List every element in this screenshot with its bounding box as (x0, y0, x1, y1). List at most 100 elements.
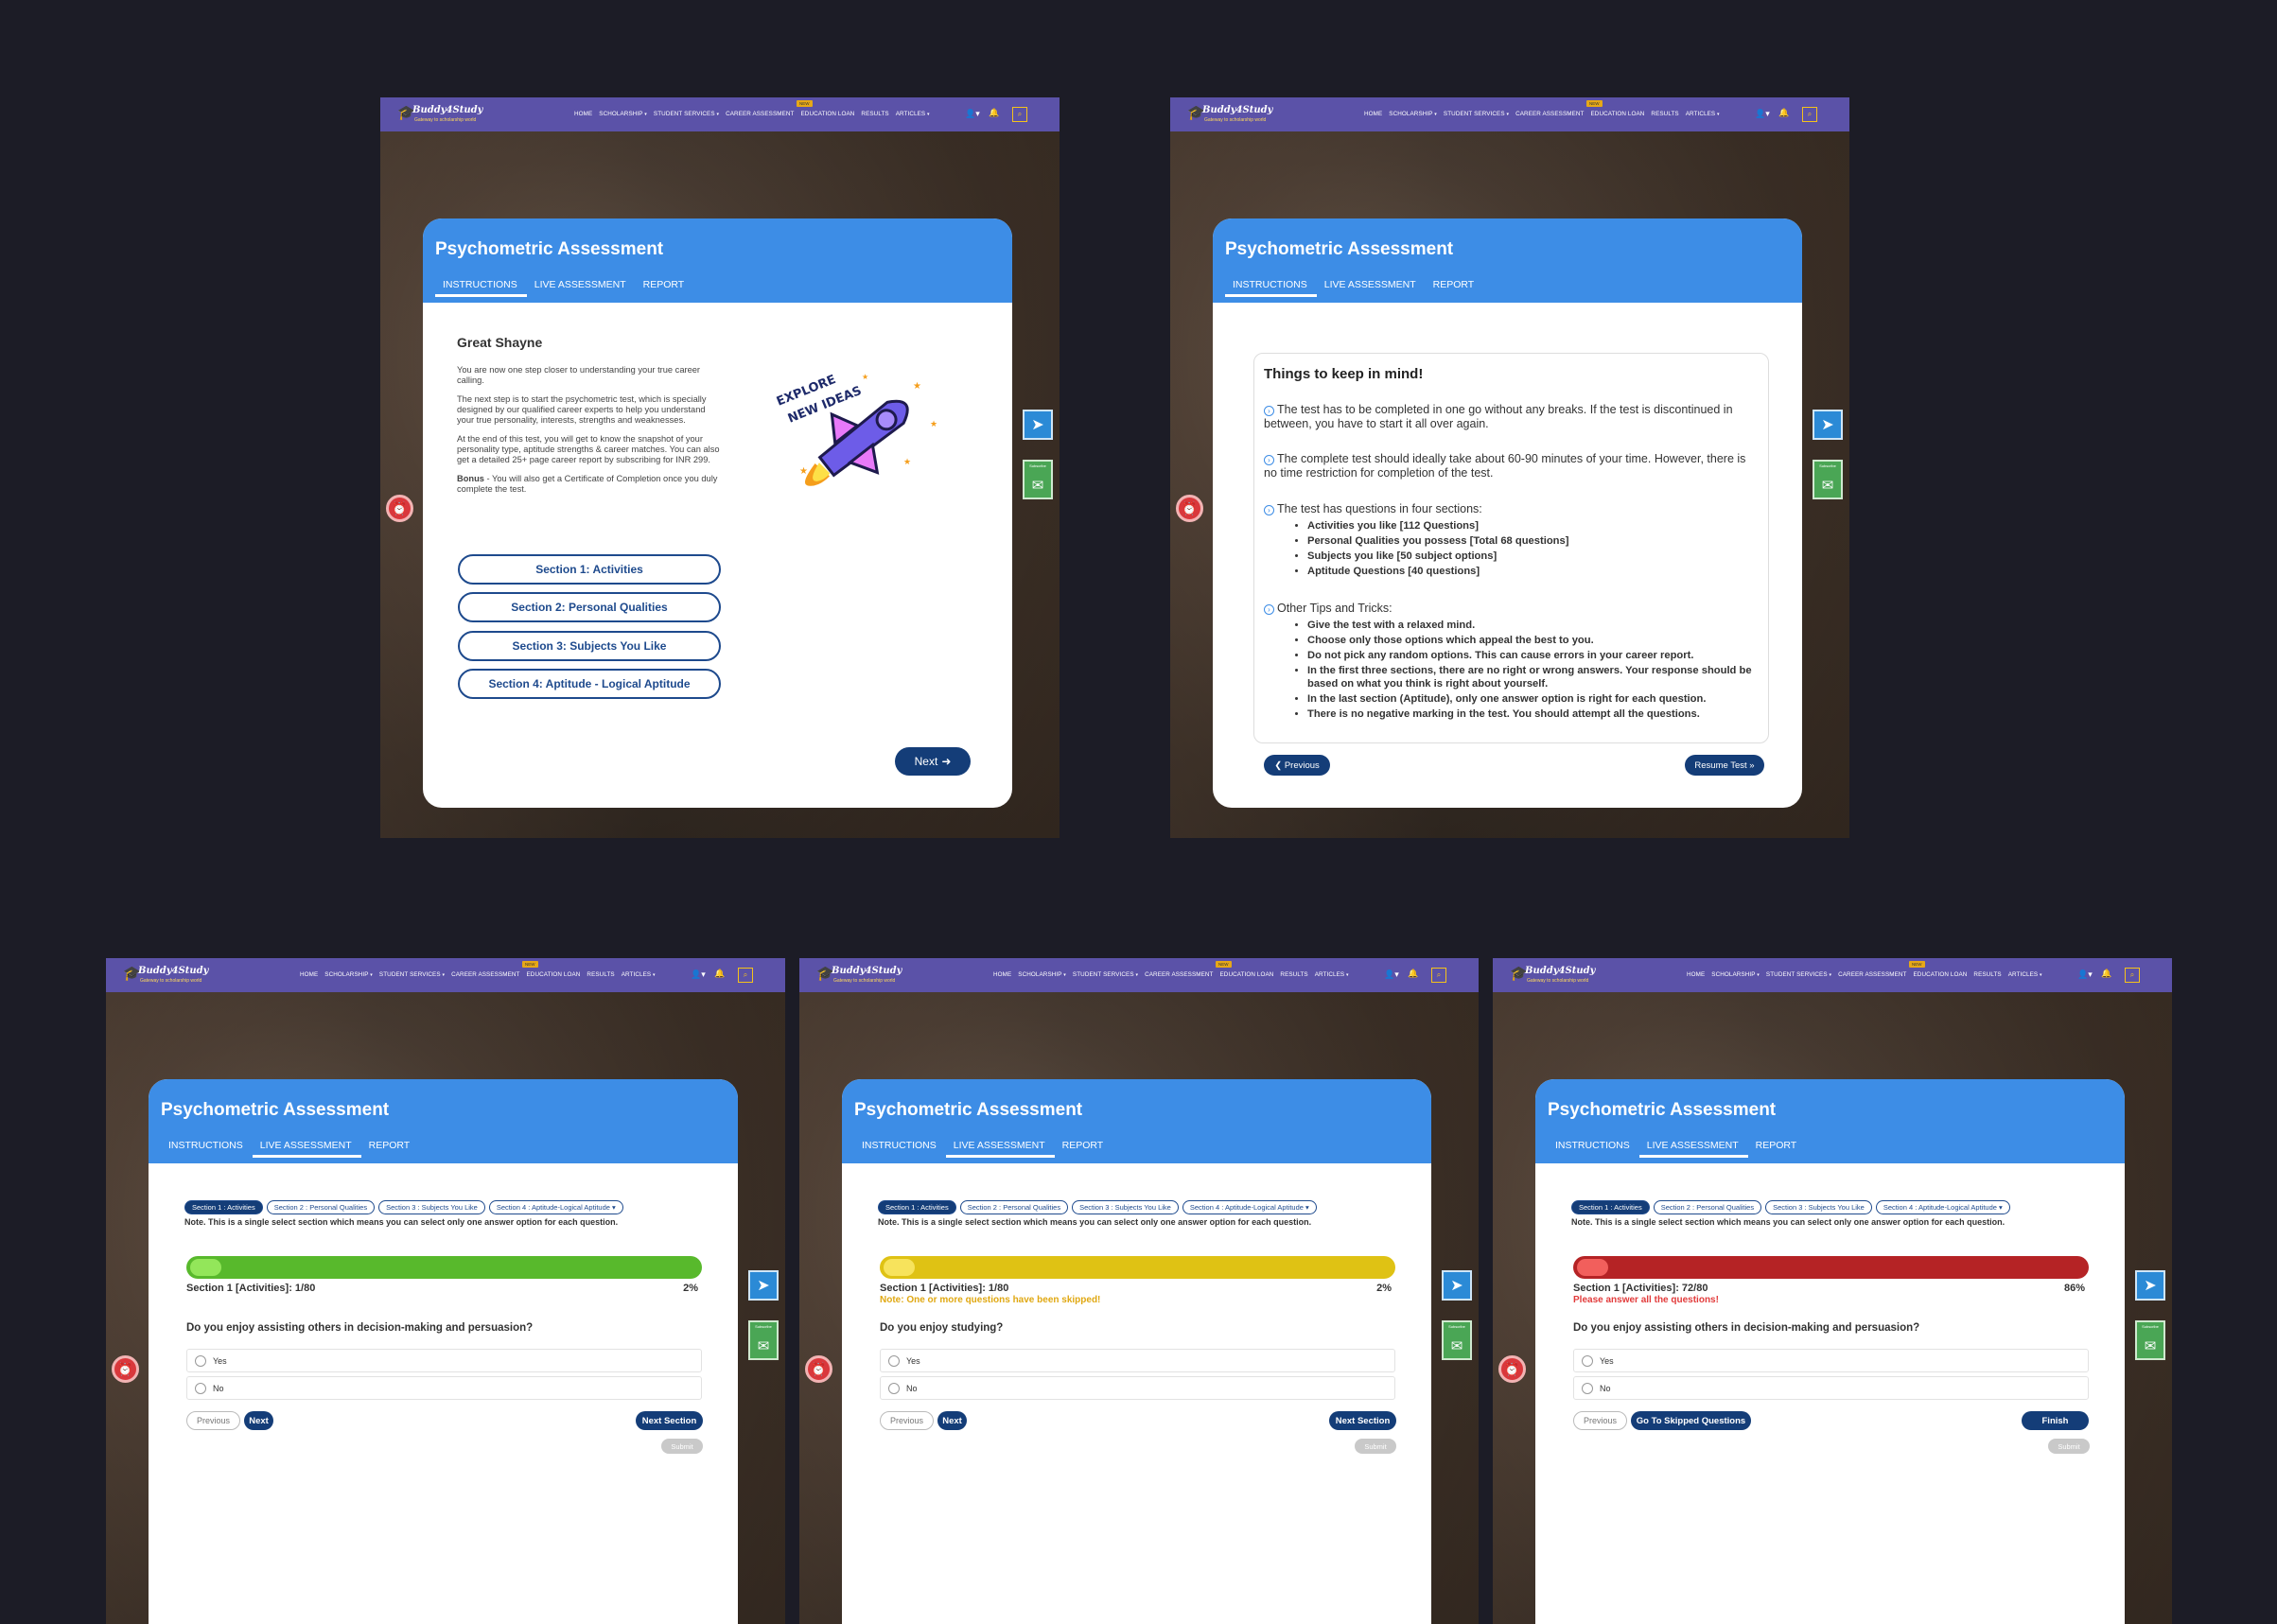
nav-student-services[interactable]: STUDENT SERVICES ▾ (654, 111, 719, 117)
nav-education-loan[interactable]: EDUCATION LOAN (1591, 111, 1645, 117)
finish-button[interactable]: Finish (2022, 1411, 2089, 1430)
radio-button[interactable] (195, 1382, 206, 1394)
brand-logo[interactable]: 🎓 Buddy4Study Gateway to scholarship wor… (1510, 964, 1597, 987)
tab-live-assessment[interactable]: LIVE ASSESSMENT (945, 1140, 1055, 1158)
nav-education-loan[interactable]: EDUCATION LOAN (1914, 971, 1968, 978)
user-icon[interactable]: 👤▾ (2077, 969, 2093, 980)
go-to-skipped-button[interactable]: Go To Skipped Questions (1631, 1411, 1751, 1430)
nav-results[interactable]: RESULTS (1651, 111, 1678, 117)
tab-instructions[interactable]: INSTRUCTIONS (435, 279, 527, 297)
section-chip-2[interactable]: Section 2 : Personal Qualities (959, 1200, 1069, 1214)
radio-button[interactable] (1582, 1354, 1593, 1367)
tab-instructions[interactable]: INSTRUCTIONS (161, 1140, 253, 1158)
subscribe-mail-icon[interactable]: Subscribe ✉ (1023, 460, 1053, 499)
notification-icon[interactable]: 🔔 (2101, 969, 2111, 979)
nav-career-assessment[interactable]: CAREER ASSESSMENT (726, 111, 794, 117)
section-3-button[interactable]: Section 3: Subjects You Like (458, 631, 721, 661)
option-yes[interactable]: Yes (880, 1349, 1395, 1372)
notification-icon[interactable]: 🔔 (1778, 108, 1789, 118)
next-button[interactable]: Next (244, 1411, 273, 1430)
section-1-button[interactable]: Section 1: Activities (458, 554, 721, 585)
notification-icon[interactable]: 🔔 (989, 108, 999, 118)
user-icon[interactable]: 👤▾ (1384, 969, 1399, 980)
nav-scholarship[interactable]: SCHOLARSHIP ▾ (1018, 971, 1066, 978)
notification-icon[interactable]: 🔔 (714, 969, 725, 979)
brand-logo[interactable]: 🎓 Buddy4Study Gateway to scholarship wor… (816, 964, 903, 987)
brand-logo[interactable]: 🎓 Buddy4Study Gateway to scholarship wor… (1187, 103, 1274, 126)
section-chip-1[interactable]: Section 1 : Activities (184, 1200, 263, 1214)
section-chip-4[interactable]: Section 4 : Aptitude-Logical Aptitude ▾ (1875, 1200, 2010, 1214)
section-chip-4[interactable]: Section 4 : Aptitude-Logical Aptitude ▾ (488, 1200, 623, 1214)
tab-instructions[interactable]: INSTRUCTIONS (1225, 279, 1317, 297)
section-chip-4[interactable]: Section 4 : Aptitude-Logical Aptitude ▾ (1182, 1200, 1317, 1214)
section-chip-3[interactable]: Section 3 : Subjects You Like (1072, 1200, 1179, 1214)
subscribe-mail-icon[interactable]: Subscribe ✉ (1442, 1320, 1472, 1360)
section-2-button[interactable]: Section 2: Personal Qualities (458, 592, 721, 622)
nav-results[interactable]: RESULTS (1280, 971, 1307, 978)
tab-live-assessment[interactable]: LIVE ASSESSMENT (252, 1140, 361, 1158)
radio-button[interactable] (888, 1382, 900, 1394)
nav-home[interactable]: HOME (1687, 971, 1705, 978)
radio-button[interactable] (1582, 1382, 1593, 1394)
section-chip-2[interactable]: Section 2 : Personal Qualities (266, 1200, 376, 1214)
radio-button[interactable] (195, 1354, 206, 1367)
next-section-button[interactable]: Next Section (636, 1411, 703, 1430)
nav-scholarship[interactable]: SCHOLARSHIP ▾ (324, 971, 373, 978)
nav-career-assessment[interactable]: CAREER ASSESSMENT (1145, 971, 1213, 978)
nav-results[interactable]: RESULTS (861, 111, 888, 117)
subscribe-mail-icon[interactable]: Subscribe ✉ (748, 1320, 779, 1360)
nav-scholarship[interactable]: SCHOLARSHIP ▾ (599, 111, 647, 117)
option-yes[interactable]: Yes (1573, 1349, 2089, 1372)
tab-report[interactable]: REPORT (361, 1140, 420, 1158)
brand-logo[interactable]: 🎓 Buddy4Study Gateway to scholarship wor… (123, 964, 210, 987)
alarm-icon[interactable]: ⏰ (1498, 1355, 1526, 1383)
alarm-icon[interactable]: ⏰ (1176, 495, 1203, 522)
search-icon[interactable]: ⌕ (2125, 968, 2140, 983)
alarm-icon[interactable]: ⏰ (112, 1355, 139, 1383)
section-4-button[interactable]: Section 4: Aptitude - Logical Aptitude (458, 669, 721, 699)
search-icon[interactable]: ⌕ (1431, 968, 1446, 983)
nav-student-services[interactable]: STUDENT SERVICES ▾ (1766, 971, 1831, 978)
nav-home[interactable]: HOME (300, 971, 318, 978)
subscribe-mail-icon[interactable]: Subscribe ✉ (1813, 460, 1843, 499)
tab-live-assessment[interactable]: LIVE ASSESSMENT (1317, 279, 1426, 297)
radio-button[interactable] (888, 1354, 900, 1367)
search-icon[interactable]: ⌕ (1012, 107, 1027, 122)
nav-career-assessment[interactable]: CAREER ASSESSMENT (1838, 971, 1906, 978)
nav-career-assessment[interactable]: CAREER ASSESSMENT (1515, 111, 1584, 117)
previous-button[interactable]: Previous (186, 1411, 241, 1430)
section-chip-2[interactable]: Section 2 : Personal Qualities (1653, 1200, 1762, 1214)
nav-home[interactable]: HOME (993, 971, 1011, 978)
section-chip-1[interactable]: Section 1 : Activities (878, 1200, 956, 1214)
nav-education-loan[interactable]: EDUCATION LOAN (801, 111, 855, 117)
section-chip-3[interactable]: Section 3 : Subjects You Like (1765, 1200, 1872, 1214)
tab-report[interactable]: REPORT (636, 279, 694, 297)
option-yes[interactable]: Yes (186, 1349, 702, 1372)
section-chip-3[interactable]: Section 3 : Subjects You Like (378, 1200, 485, 1214)
nav-articles[interactable]: ARTICLES ▾ (1686, 111, 1720, 117)
next-section-button[interactable]: Next Section (1329, 1411, 1396, 1430)
search-icon[interactable]: ⌕ (1802, 107, 1817, 122)
telegram-icon[interactable]: ➤ (2135, 1270, 2165, 1301)
notification-icon[interactable]: 🔔 (1408, 969, 1418, 979)
nav-scholarship[interactable]: SCHOLARSHIP ▾ (1389, 111, 1437, 117)
section-chip-1[interactable]: Section 1 : Activities (1571, 1200, 1650, 1214)
nav-articles[interactable]: ARTICLES ▾ (2008, 971, 2042, 978)
previous-button[interactable]: Previous (1573, 1411, 1628, 1430)
tab-instructions[interactable]: INSTRUCTIONS (854, 1140, 946, 1158)
tab-instructions[interactable]: INSTRUCTIONS (1548, 1140, 1639, 1158)
nav-student-services[interactable]: STUDENT SERVICES ▾ (379, 971, 445, 978)
option-no[interactable]: No (880, 1376, 1395, 1400)
nav-scholarship[interactable]: SCHOLARSHIP ▾ (1711, 971, 1760, 978)
nav-home[interactable]: HOME (1364, 111, 1382, 117)
option-no[interactable]: No (1573, 1376, 2089, 1400)
submit-button[interactable]: Submit (1355, 1439, 1396, 1454)
tab-report[interactable]: REPORT (1426, 279, 1484, 297)
nav-student-services[interactable]: STUDENT SERVICES ▾ (1073, 971, 1138, 978)
nav-home[interactable]: HOME (574, 111, 592, 117)
submit-button[interactable]: Submit (661, 1439, 703, 1454)
brand-logo[interactable]: 🎓 Buddy4Study Gateway to scholarship wor… (397, 103, 484, 126)
tab-live-assessment[interactable]: LIVE ASSESSMENT (1638, 1140, 1748, 1158)
nav-education-loan[interactable]: EDUCATION LOAN (1220, 971, 1274, 978)
submit-button[interactable]: Submit (2048, 1439, 2090, 1454)
